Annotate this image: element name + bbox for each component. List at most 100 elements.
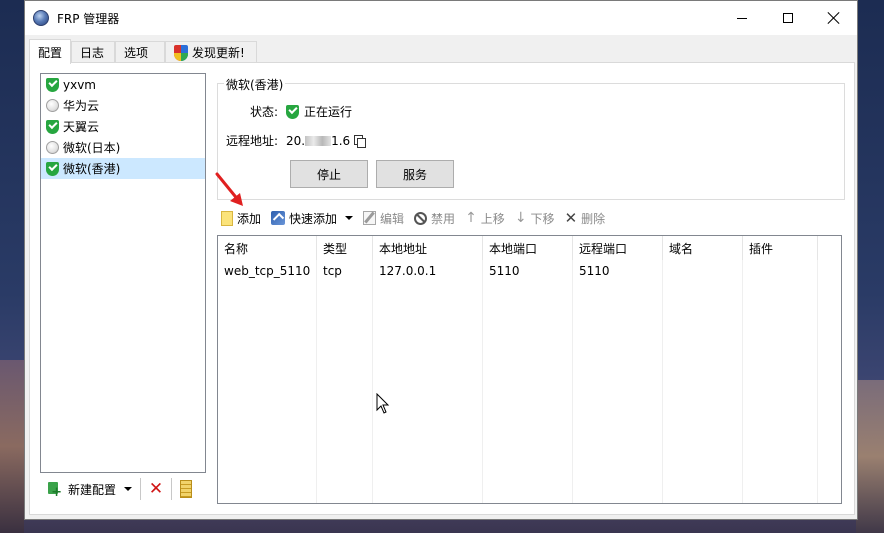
quick-add-icon [271, 211, 286, 225]
arrow-down-icon: ↓ [514, 210, 527, 226]
edit-proxy-button[interactable]: 编辑 [359, 206, 410, 230]
cell-text: tcp [323, 264, 342, 278]
export-zip-button[interactable] [176, 480, 193, 498]
maximize-button[interactable] [765, 1, 811, 35]
column-divider [572, 260, 573, 503]
ban-icon [414, 211, 428, 225]
column-divider [817, 260, 818, 503]
config-item-azure-hongkong[interactable]: 微软(香港) [41, 158, 205, 179]
window-title: FRP 管理器 [57, 11, 120, 26]
caption-buttons [719, 1, 857, 35]
config-toolbar: 新建配置 ✕ [42, 475, 193, 503]
minimize-button[interactable] [719, 1, 765, 35]
cell-local-port: 5110 [483, 260, 573, 282]
mouse-pointer-icon [376, 393, 390, 414]
cell-text: 127.0.0.1 [379, 264, 437, 278]
remote-address-suffix: 1.6 [331, 133, 351, 148]
config-item-yxvm[interactable]: yxvm [41, 74, 205, 95]
tab-options[interactable]: 选项 [115, 41, 165, 63]
cell-remote-port: 5110 [573, 260, 663, 282]
cell-domain [663, 260, 743, 282]
tab-log-label: 日志 [80, 46, 105, 60]
column-header-label: 类型 [323, 241, 348, 256]
column-header-local-address[interactable]: 本地地址 [373, 236, 483, 260]
column-header-domain[interactable]: 域名 [663, 236, 743, 260]
app-globe-icon [33, 10, 49, 26]
column-header-name[interactable]: 名称 [218, 236, 317, 260]
quick-add-button[interactable]: 快速添加 [267, 206, 359, 230]
new-document-icon [221, 210, 233, 226]
cell-name: web_tcp_5110 [218, 260, 317, 282]
tab-log[interactable]: 日志 [71, 41, 115, 63]
title-bar[interactable]: FRP 管理器 [25, 1, 857, 35]
cell-text: web_tcp_5110 [224, 264, 311, 278]
arrow-up-icon: ↑ [465, 210, 477, 226]
tab-config-label: 配置 [38, 45, 63, 60]
running-shield-icon [286, 104, 299, 119]
column-header-label: 本地地址 [379, 241, 428, 256]
cell-plugin [743, 260, 818, 282]
close-icon [828, 12, 840, 24]
config-item-azure-japan[interactable]: 微软(日本) [41, 137, 205, 158]
config-item-label: yxvm [63, 77, 96, 92]
column-header-remote-port[interactable]: 远程端口 [573, 236, 663, 260]
move-up-label: 上移 [480, 211, 505, 226]
tab-update[interactable]: 发现更新! [165, 41, 257, 63]
toolbar-divider [140, 478, 142, 500]
running-shield-icon [46, 119, 59, 134]
config-item-tianyi[interactable]: 天翼云 [41, 116, 205, 137]
config-detail-group: 微软(香港) 状态: 正在运行 远程地址: 20. 1.6 停止 服务 [217, 76, 845, 200]
remote-address-row: 远程地址: 20. 1.6 [218, 132, 367, 149]
delete-proxy-button[interactable]: ✕ 删除 [561, 206, 612, 230]
column-divider [742, 260, 743, 503]
table-header: 名称 类型 本地地址 本地端口 远程端口 域名 插件 [218, 236, 841, 260]
running-shield-icon [46, 161, 59, 176]
delete-config-button[interactable]: ✕ [145, 476, 167, 502]
maximize-icon [783, 13, 793, 23]
column-divider [372, 260, 373, 503]
column-divider [482, 260, 483, 503]
move-up-button[interactable]: ↑ 上移 [461, 206, 511, 230]
tab-update-label: 发现更新! [192, 46, 245, 60]
new-config-dropdown[interactable] [120, 476, 136, 502]
close-button[interactable] [811, 1, 857, 35]
new-config-icon [46, 481, 62, 500]
tab-strip: 配置 日志 选项 发现更新! [29, 39, 257, 64]
toolbar-divider [171, 478, 173, 500]
remote-address-label: 远程地址: [225, 134, 278, 148]
redacted-ip-segment [305, 135, 332, 146]
minimize-icon [737, 17, 747, 19]
config-item-label: 微软(香港) [63, 162, 121, 176]
stop-button[interactable]: 停止 [290, 160, 368, 188]
tab-config[interactable]: 配置 [29, 39, 71, 64]
status-row: 状态: 正在运行 [218, 103, 352, 120]
service-button[interactable]: 服务 [376, 160, 454, 188]
tab-options-label: 选项 [124, 46, 149, 60]
column-header-label: 远程端口 [579, 241, 628, 256]
config-list[interactable]: yxvm 华为云 天翼云 微软(日本) 微软(香港) [40, 73, 206, 473]
new-config-button[interactable]: 新建配置 [42, 476, 120, 502]
disable-label: 禁用 [431, 211, 456, 226]
copy-icon[interactable] [354, 134, 367, 148]
add-proxy-button[interactable]: 添加 [217, 206, 267, 230]
column-header-local-port[interactable]: 本地端口 [483, 236, 573, 260]
disable-proxy-button[interactable]: 禁用 [410, 206, 461, 230]
proxy-table[interactable]: 名称 类型 本地地址 本地端口 远程端口 域名 插件 web_tcp_5110 … [217, 235, 842, 504]
edit-label: 编辑 [380, 211, 405, 226]
red-annotation-arrow-icon [215, 172, 243, 206]
stopped-circle-icon [46, 141, 59, 154]
config-tab-page: yxvm 华为云 天翼云 微软(日本) 微软(香港) 新建配置 [29, 62, 855, 515]
column-header-type[interactable]: 类型 [317, 236, 373, 260]
move-down-label: 下移 [530, 211, 555, 226]
column-header-plugin[interactable]: 插件 [743, 236, 818, 260]
group-title: 微软(香港) [224, 76, 286, 93]
move-down-button[interactable]: ↓ 下移 [511, 206, 561, 230]
config-item-huawei[interactable]: 华为云 [41, 95, 205, 116]
running-shield-icon [46, 77, 59, 92]
edit-icon [363, 211, 377, 225]
config-item-label: 天翼云 [63, 120, 100, 134]
column-divider [316, 260, 317, 503]
table-row[interactable]: web_tcp_5110 tcp 127.0.0.1 5110 5110 [218, 260, 818, 282]
delete-label: 删除 [581, 211, 606, 226]
zip-icon [180, 480, 193, 498]
